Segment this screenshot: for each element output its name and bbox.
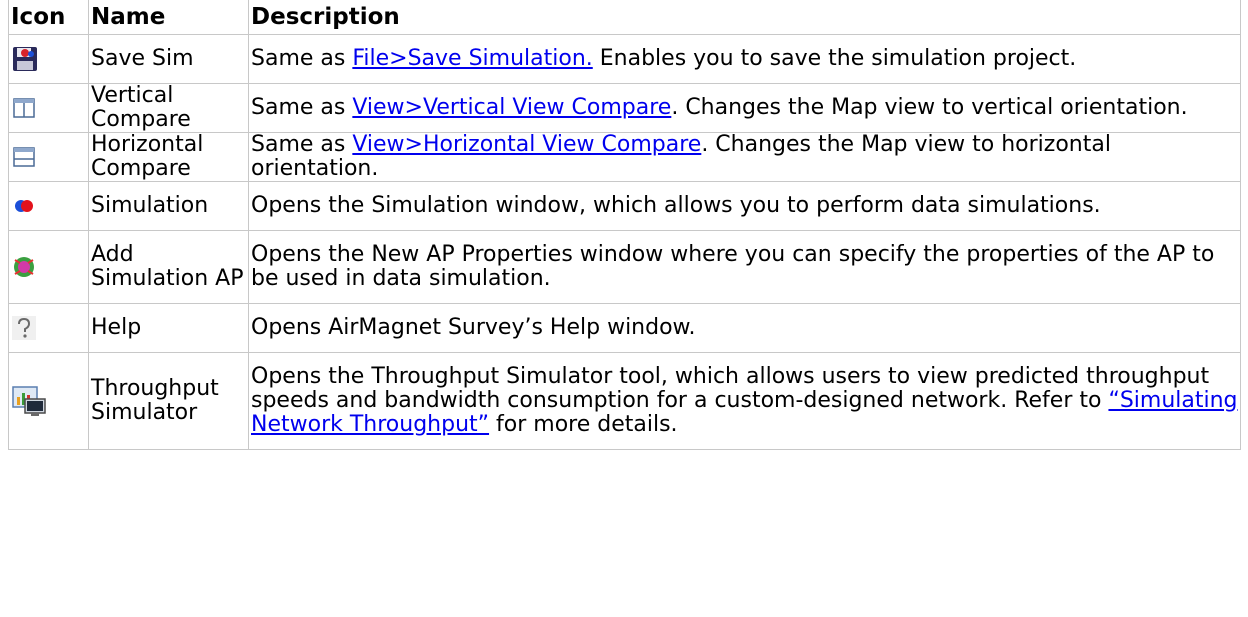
- table-row: Horizontal Compare Same as View>Horizont…: [8, 132, 1241, 182]
- row-name: Help: [88, 303, 249, 353]
- desc-text: Opens the Throughput Simulator tool, whi…: [251, 364, 1210, 413]
- horizontal-compare-icon: [13, 147, 35, 167]
- row-description: Same as File>Save Simulation. Enables yo…: [248, 34, 1241, 84]
- row-description: Same as View>Horizontal View Compare. Ch…: [248, 132, 1241, 182]
- header-description: Description: [248, 0, 1241, 35]
- help-question-icon: [12, 316, 36, 340]
- header-icon: Icon: [8, 0, 89, 35]
- table-row: Help Opens AirMagnet Survey’s Help windo…: [8, 303, 1241, 353]
- simulation-icon: [15, 200, 33, 212]
- save-floppy-icon: [13, 47, 37, 71]
- desc-text: Enables you to save the simulation proje…: [592, 46, 1077, 71]
- toolbar-icons-table: Icon Name Description Save Sim Same as F…: [8, 0, 1241, 450]
- table-row: Vertical Compare Same as View>Vertical V…: [8, 83, 1241, 133]
- table-row: Simulation Opens the Simulation window, …: [8, 181, 1241, 231]
- row-name: Throughput Simulator: [88, 352, 249, 450]
- desc-text: Same as: [251, 46, 353, 71]
- add-simulation-ap-icon: [14, 257, 34, 277]
- vertical-view-compare-link[interactable]: View>Vertical View Compare: [352, 95, 671, 120]
- table-row: Add Simulation AP Opens the New AP Prope…: [8, 230, 1241, 304]
- horizontal-view-compare-link[interactable]: View>Horizontal View Compare: [352, 132, 701, 157]
- row-description: Same as View>Vertical View Compare. Chan…: [248, 83, 1241, 133]
- row-name: Add Simulation AP: [88, 230, 249, 304]
- row-description: Opens the Throughput Simulator tool, whi…: [248, 352, 1241, 450]
- row-description: Opens AirMagnet Survey’s Help window.: [248, 303, 1241, 353]
- row-description: Opens the New AP Properties window where…: [248, 230, 1241, 304]
- vertical-compare-icon: [13, 98, 35, 118]
- desc-text: Same as: [251, 132, 353, 157]
- table-row: Save Sim Same as File>Save Simulation. E…: [8, 34, 1241, 84]
- desc-text: . Changes the Map view to vertical orien…: [671, 95, 1188, 120]
- row-name: Horizontal Compare: [88, 132, 249, 182]
- row-name: Vertical Compare: [88, 83, 249, 133]
- table-header-row: Icon Name Description: [8, 0, 1241, 35]
- table-row: Throughput Simulator Opens the Throughpu…: [8, 352, 1241, 450]
- desc-text: Opens AirMagnet Survey’s Help window.: [251, 315, 696, 340]
- header-name: Name: [88, 0, 249, 35]
- desc-text: Same as: [251, 95, 353, 120]
- save-simulation-link[interactable]: File>Save Simulation.: [352, 46, 592, 71]
- row-name: Simulation: [88, 181, 249, 231]
- desc-text: Opens the New AP Properties window where…: [251, 242, 1215, 291]
- row-name: Save Sim: [88, 34, 249, 84]
- desc-text: for more details.: [489, 412, 678, 437]
- row-description: Opens the Simulation window, which allow…: [248, 181, 1241, 231]
- desc-text: Opens the Simulation window, which allow…: [251, 193, 1101, 218]
- throughput-simulator-icon: [12, 386, 46, 416]
